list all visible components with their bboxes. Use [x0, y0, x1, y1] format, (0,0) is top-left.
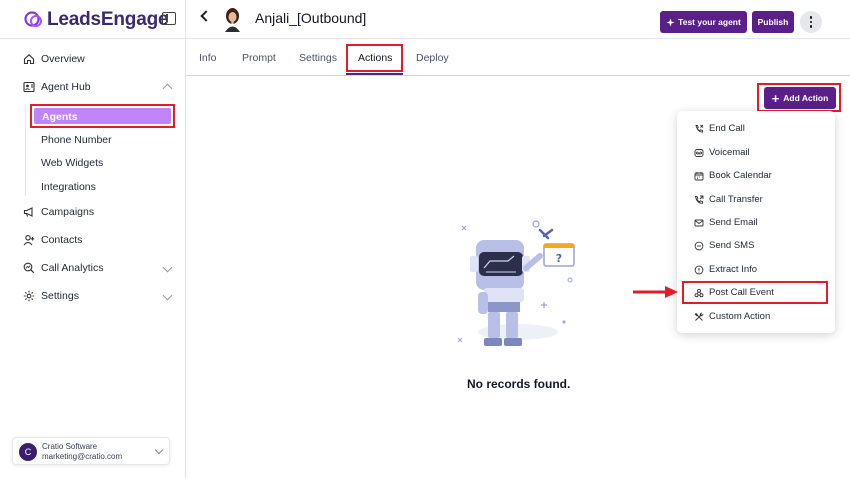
- submenu-rail: [25, 104, 26, 196]
- account-switcher[interactable]: C Cratio Software marketing@cratio.com: [12, 437, 170, 465]
- menu-item-send-email[interactable]: Send Email: [694, 217, 758, 228]
- account-name: Cratio Software: [42, 442, 98, 451]
- tabs-divider: [186, 75, 850, 76]
- test-agent-button[interactable]: Test your agent: [660, 11, 747, 33]
- menu-item-custom-action[interactable]: Custom Action: [694, 311, 770, 322]
- sidebar-item-call-analytics[interactable]: Call Analytics: [23, 262, 103, 274]
- sidebar-item-web-widgets[interactable]: Web Widgets: [41, 157, 103, 169]
- sidebar-item-overview[interactable]: Overview: [23, 53, 85, 65]
- end-call-icon: [695, 124, 704, 132]
- menu-item-end-call[interactable]: End Call: [694, 123, 745, 134]
- more-options-icon[interactable]: [800, 11, 822, 33]
- voicemail-icon: [694, 148, 704, 157]
- sidebar-item-integrations[interactable]: Integrations: [41, 181, 96, 193]
- add-action-button[interactable]: + Add Action: [764, 87, 836, 109]
- sidebar-item-campaigns[interactable]: Campaigns: [23, 206, 94, 218]
- menu-item-label: Book Calendar: [709, 170, 772, 181]
- sidebar-item-label: Call Analytics: [41, 262, 104, 274]
- tab-prompt[interactable]: Prompt: [242, 52, 276, 64]
- menu-item-label: Send Email: [709, 217, 758, 228]
- robot-illustration: ?: [457, 220, 575, 346]
- menu-item-label: Post Call Event: [709, 287, 774, 298]
- menu-item-call-transfer[interactable]: Call Transfer: [694, 194, 763, 205]
- add-user-icon: [23, 235, 35, 246]
- menu-item-label: Send SMS: [709, 240, 755, 251]
- chevron-down-icon: [154, 445, 164, 455]
- sidebar-item-contacts[interactable]: Contacts: [23, 234, 82, 246]
- brand-name: LeadsEngage: [47, 9, 169, 30]
- chevron-down-icon[interactable]: [162, 290, 173, 301]
- account-email: marketing@cratio.com: [42, 452, 123, 461]
- info-icon: [694, 265, 704, 274]
- webhook-icon: [694, 288, 704, 297]
- phone-transfer-icon: [694, 195, 704, 204]
- tab-info[interactable]: Info: [199, 52, 217, 64]
- calendar-icon: [694, 171, 704, 180]
- logo-icon: [24, 11, 42, 27]
- agent-hub-icon: [23, 81, 35, 93]
- home-icon: [23, 54, 35, 65]
- brand-logo[interactable]: LeadsEngage: [24, 9, 169, 31]
- analytics-icon: [23, 262, 35, 274]
- empty-state-message: No records found.: [467, 377, 571, 391]
- test-agent-label: Test your agent: [678, 17, 741, 27]
- menu-item-book-calendar[interactable]: Book Calendar: [694, 170, 772, 181]
- mail-icon: [694, 219, 704, 226]
- chevron-up-icon[interactable]: [162, 83, 173, 94]
- menu-item-voicemail[interactable]: Voicemail: [694, 147, 750, 158]
- add-action-label: Add Action: [783, 93, 829, 103]
- tools-icon: [694, 311, 704, 321]
- megaphone-icon: [23, 207, 33, 217]
- menu-item-label: Extract Info: [709, 264, 758, 275]
- menu-item-label: Custom Action: [709, 311, 771, 322]
- svg-text:?: ?: [556, 252, 562, 265]
- menu-item-label: Voicemail: [709, 147, 750, 158]
- menu-item-post-call-event[interactable]: Post Call Event: [694, 287, 774, 298]
- sidebar-item-label: Overview: [41, 53, 85, 65]
- sidebar: LeadsEngage Overview Agent Hub Agents Ph…: [0, 0, 186, 478]
- sidebar-item-settings[interactable]: Settings: [23, 290, 79, 302]
- sidebar-toggle-icon[interactable]: [162, 12, 176, 25]
- page-title: Anjali_[Outbound]: [255, 10, 367, 26]
- tab-actions[interactable]: Actions: [358, 52, 392, 64]
- sparkle-icon: [666, 18, 675, 26]
- menu-item-label: End Call: [709, 123, 745, 134]
- sidebar-item-label: Contacts: [41, 234, 83, 246]
- tab-settings[interactable]: Settings: [299, 52, 337, 64]
- header-divider: [0, 38, 850, 39]
- menu-item-label: Call Transfer: [709, 194, 763, 205]
- menu-item-extract-info[interactable]: Extract Info: [694, 264, 757, 275]
- pointer-arrow-icon: [633, 286, 678, 298]
- tab-deploy[interactable]: Deploy: [416, 52, 449, 64]
- sidebar-item-agents[interactable]: Agents: [34, 108, 171, 124]
- agent-avatar: [225, 8, 240, 32]
- chevron-down-icon[interactable]: [162, 262, 173, 273]
- gear-icon: [23, 290, 35, 302]
- sidebar-item-phone-number[interactable]: Phone Number: [41, 134, 112, 146]
- menu-item-send-sms[interactable]: Send SMS: [694, 240, 754, 251]
- sidebar-item-label: Campaigns: [41, 206, 95, 218]
- back-arrow-icon[interactable]: [200, 10, 212, 22]
- sidebar-item-agents-highlight: Agents: [30, 104, 175, 128]
- sidebar-item-agent-hub[interactable]: Agent Hub: [23, 81, 91, 93]
- sms-icon: [694, 241, 704, 250]
- plus-icon: +: [771, 90, 780, 106]
- sidebar-item-label: Settings: [41, 290, 79, 302]
- sidebar-item-label: Agent Hub: [41, 81, 91, 93]
- avatar: C: [19, 443, 37, 461]
- publish-button[interactable]: Publish: [752, 11, 794, 33]
